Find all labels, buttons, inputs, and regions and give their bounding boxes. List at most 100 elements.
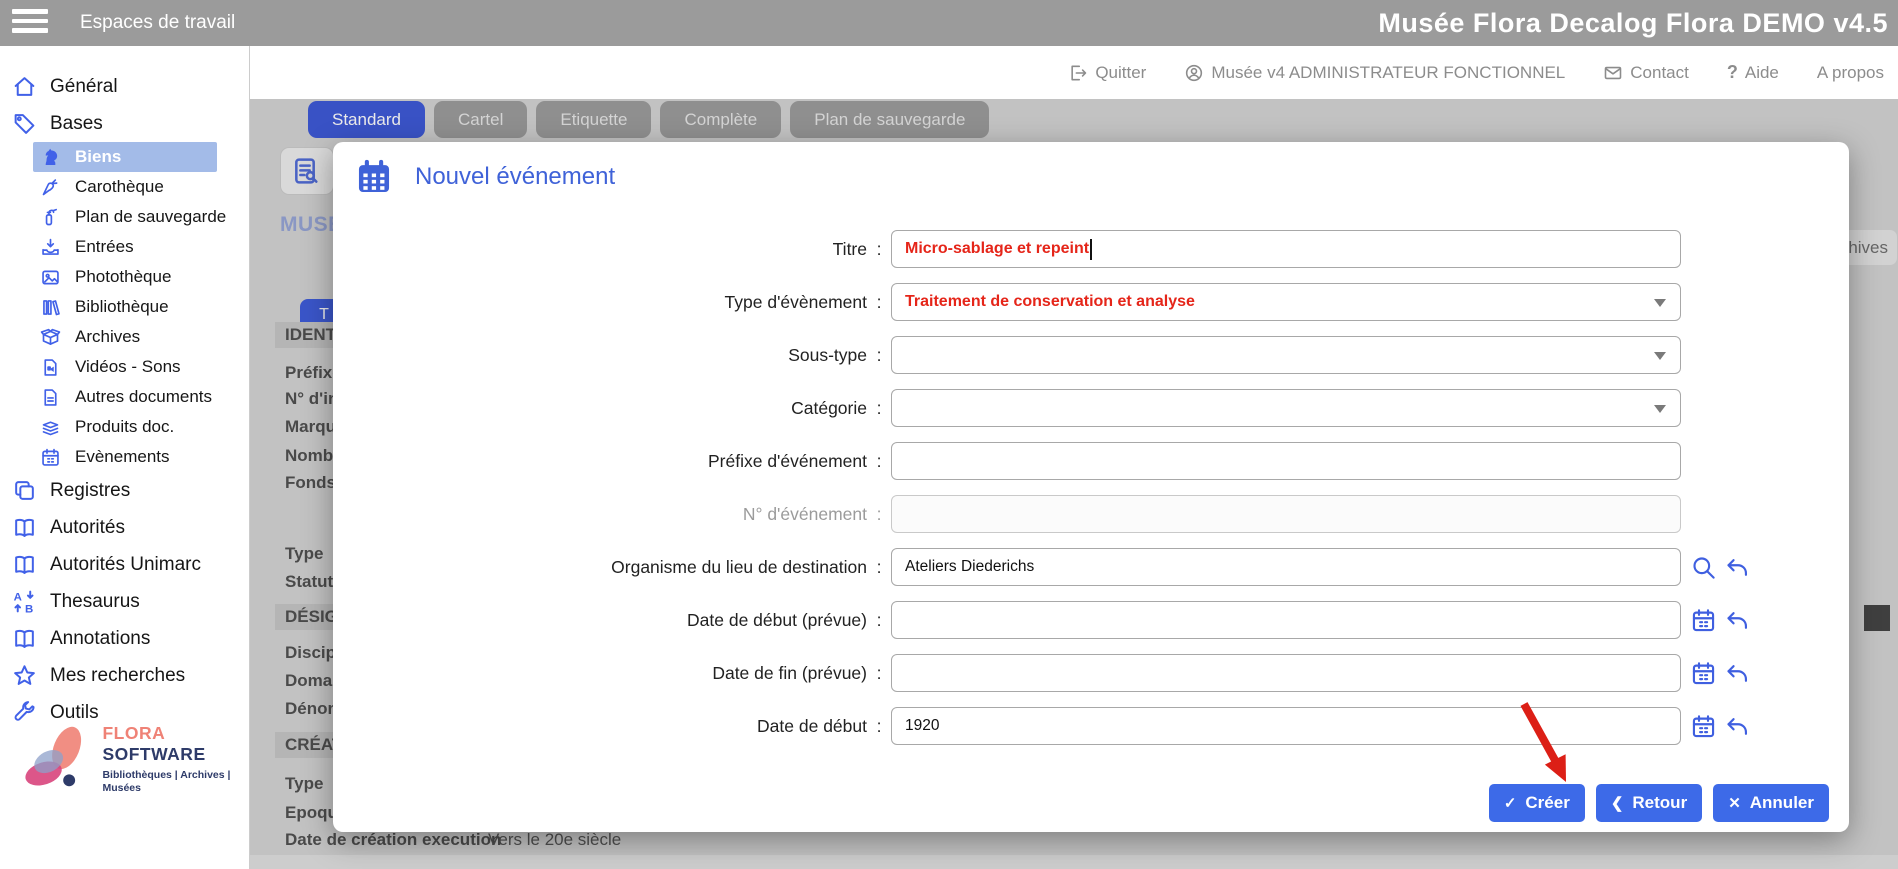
field-colon: : bbox=[867, 610, 891, 631]
sidebar-item-annotations[interactable]: Annotations bbox=[0, 620, 249, 657]
sidebar-item-entr-es[interactable]: Entrées bbox=[0, 232, 249, 262]
sidebar-item-g-n-ral[interactable]: Général bbox=[0, 68, 249, 105]
input-date-de-d-but[interactable]: 1920 bbox=[891, 707, 1681, 745]
undo-icon[interactable] bbox=[1724, 607, 1751, 634]
calendar-icon[interactable] bbox=[1690, 713, 1717, 740]
field-label: Titre bbox=[333, 239, 867, 260]
input-pr-fixe-d-v-nement[interactable] bbox=[891, 442, 1681, 480]
userbar-item-label: Aide bbox=[1745, 63, 1779, 83]
dropdown-caret-icon[interactable] bbox=[1654, 352, 1666, 360]
sidebar-item-label: Vidéos - Sons bbox=[75, 357, 181, 377]
sidebar-item-label: Photothèque bbox=[75, 267, 171, 287]
bg-label-type: Type bbox=[285, 774, 323, 794]
select-type-d-v-nement[interactable]: Traitement de conservation et analyse bbox=[891, 283, 1681, 321]
sidebar-item-archives[interactable]: Archives bbox=[0, 322, 249, 352]
userbar-item-quitter[interactable]: Quitter bbox=[1068, 63, 1146, 83]
field-value: Micro-sablage et repeint bbox=[905, 240, 1089, 258]
sidebar-item-biens[interactable]: Biens bbox=[33, 142, 217, 172]
sidebar-item-produits-doc-[interactable]: Produits doc. bbox=[0, 412, 249, 442]
sidebar-item-bases[interactable]: Bases bbox=[0, 105, 249, 142]
sidebar-item-autorit-s-unimarc[interactable]: Autorités Unimarc bbox=[0, 546, 249, 583]
sidebar-item-biblioth-que[interactable]: Bibliothèque bbox=[0, 292, 249, 322]
sidebar-item-label: Autres documents bbox=[75, 387, 212, 407]
field-action-icons bbox=[1690, 660, 1751, 687]
field-colon: : bbox=[867, 716, 891, 737]
sidebar-item-thesaurus[interactable]: ABThesaurus bbox=[0, 583, 249, 620]
field-action-icons bbox=[1690, 554, 1751, 581]
list-search-icon bbox=[291, 155, 323, 187]
sidebar-item-registres[interactable]: Registres bbox=[0, 472, 249, 509]
userbar-item-a-propos[interactable]: A propos bbox=[1817, 63, 1884, 83]
sidebar-item-ev-nements[interactable]: Evènements bbox=[0, 442, 249, 472]
field-value: 1920 bbox=[905, 717, 939, 735]
person-icon bbox=[1184, 63, 1204, 83]
userbar-item-label: Contact bbox=[1630, 63, 1689, 83]
field-label: Type d'évènement bbox=[333, 292, 867, 313]
undo-icon[interactable] bbox=[1724, 554, 1751, 581]
sidebar-item-caroth-que[interactable]: Carothèque bbox=[0, 172, 249, 202]
open-book-icon bbox=[12, 552, 37, 577]
sidebar-item-plan-de-sauvegarde[interactable]: Plan de sauvegarde bbox=[0, 202, 249, 232]
logo-software-text: SOFTWARE bbox=[102, 744, 205, 764]
sidebar-item-vid-os-sons[interactable]: Vidéos - Sons bbox=[0, 352, 249, 382]
userbar-item-mus-e-v4-administrateur-fonctionnel[interactable]: Musée v4 ADMINISTRATEUR FONCTIONNEL bbox=[1184, 63, 1565, 83]
calendar-header-icon bbox=[355, 158, 393, 196]
open-book-icon bbox=[12, 626, 37, 651]
annuler-button[interactable]: ✕Annuler bbox=[1713, 784, 1829, 822]
sidebar-item-label: Entrées bbox=[75, 237, 134, 257]
cr-er-button[interactable]: ✓Créer bbox=[1489, 784, 1585, 822]
button-label: Retour bbox=[1632, 793, 1687, 813]
select-cat-gorie[interactable] bbox=[891, 389, 1681, 427]
tab-etiquette: Etiquette bbox=[536, 101, 651, 138]
button-label: Créer bbox=[1525, 793, 1569, 813]
input-titre[interactable]: Micro-sablage et repeint bbox=[891, 230, 1681, 268]
field-label: Catégorie bbox=[333, 398, 867, 419]
sidebar-item-autres-documents[interactable]: Autres documents bbox=[0, 382, 249, 412]
sidebar-item-autorit-s[interactable]: Autorités bbox=[0, 509, 249, 546]
sidebar-item-label: Bases bbox=[50, 113, 103, 135]
retour-button[interactable]: ❮Retour bbox=[1596, 784, 1702, 822]
form-row-cat-gorie: Catégorie: bbox=[333, 389, 1849, 427]
input-date-de-d-but-pr-vue-[interactable] bbox=[891, 601, 1681, 639]
dropdown-caret-icon[interactable] bbox=[1654, 299, 1666, 307]
sidebar-item-label: Bibliothèque bbox=[75, 297, 169, 317]
sidebar-item-mes-recherches[interactable]: Mes recherches bbox=[0, 657, 249, 694]
sidebar-item-label: Mes recherches bbox=[50, 665, 185, 687]
form-row-sous-type: Sous-type: bbox=[333, 336, 1849, 374]
form-row-date-de-d-but: Date de début:1920 bbox=[333, 707, 1849, 745]
field-action-icons bbox=[1690, 607, 1751, 634]
envelope-icon bbox=[1603, 63, 1623, 83]
field-colon: : bbox=[867, 345, 891, 366]
sidebar-item-phototh-que[interactable]: Photothèque bbox=[0, 262, 249, 292]
knight-icon bbox=[40, 147, 61, 168]
undo-icon[interactable] bbox=[1724, 660, 1751, 687]
field-action-icons bbox=[1690, 713, 1751, 740]
calendar-icon[interactable] bbox=[1690, 660, 1717, 687]
input-organisme-du-lieu-de-destination[interactable]: Ateliers Diederichs bbox=[891, 548, 1681, 586]
field-label: Organisme du lieu de destination bbox=[333, 557, 867, 578]
undo-icon[interactable] bbox=[1724, 713, 1751, 740]
bg-label-date-de-cr-ation-execution: Date de création execution bbox=[285, 830, 501, 850]
logout-icon bbox=[1068, 63, 1088, 83]
field-value: Traitement de conservation et analyse bbox=[905, 293, 1195, 311]
hamburger-menu-icon[interactable] bbox=[12, 9, 48, 37]
dropdown-caret-icon[interactable] bbox=[1654, 405, 1666, 413]
list-search-button bbox=[280, 147, 334, 195]
flora-logo-petals-icon bbox=[18, 718, 96, 800]
workspace-label: Espaces de travail bbox=[80, 0, 235, 46]
search-icon[interactable] bbox=[1690, 554, 1717, 581]
field-label: Date de fin (prévue) bbox=[333, 663, 867, 684]
input-date-de-fin-pr-vue-[interactable] bbox=[891, 654, 1681, 692]
top-bar: Espaces de travail Musée Flora Decalog F… bbox=[0, 0, 1898, 46]
document-icon bbox=[40, 387, 61, 408]
field-colon: : bbox=[867, 557, 891, 578]
svg-text:B: B bbox=[25, 603, 33, 614]
form-row-titre: Titre:Micro-sablage et repeint bbox=[333, 230, 1849, 268]
select-sous-type[interactable] bbox=[891, 336, 1681, 374]
userbar-item-aide[interactable]: ?Aide bbox=[1727, 62, 1779, 83]
userbar-item-contact[interactable]: Contact bbox=[1603, 63, 1689, 83]
tab-plan-de-sauvegarde: Plan de sauvegarde bbox=[790, 101, 989, 138]
calendar-icon[interactable] bbox=[1690, 607, 1717, 634]
field-colon: : bbox=[867, 504, 891, 525]
open-box-icon bbox=[40, 327, 61, 348]
